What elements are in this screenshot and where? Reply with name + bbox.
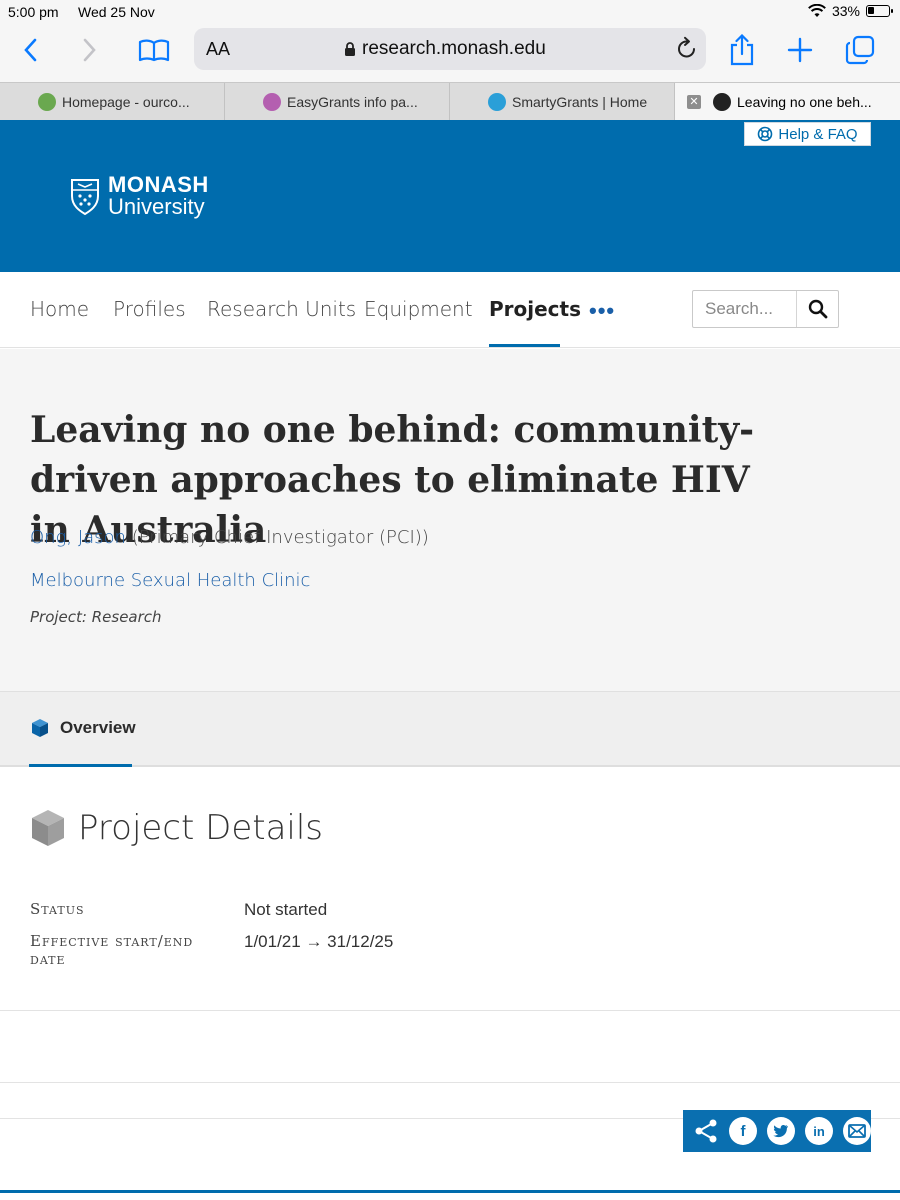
detail-value: 1/01/21 → 31/12/25: [244, 932, 394, 951]
investigator-line: Ong, Jason (Primary Chief Investigator (…: [30, 527, 429, 548]
monash-crest-icon: [71, 179, 99, 216]
project-type: Project: Research: [30, 608, 162, 626]
browser-tab-label: SmartyGrants | Home: [512, 94, 648, 110]
tabs-overview-icon[interactable]: [842, 32, 878, 68]
detail-key: Status: [30, 900, 85, 918]
share-sheet-icon[interactable]: [724, 32, 760, 68]
detail-value: Not started: [244, 900, 328, 919]
share-bar: f in: [683, 1110, 871, 1152]
browser-tab-smartygrants[interactable]: SmartyGrants | Home: [450, 83, 675, 121]
nav-research-units[interactable]: Research Units: [207, 297, 356, 321]
content-tab-bar: Overview: [0, 691, 900, 767]
divider: [0, 1010, 900, 1011]
status-time: 5:00 pm: [8, 4, 59, 20]
ourco-favicon: [38, 93, 56, 111]
nav-active-indicator: [489, 344, 560, 347]
easygrants-favicon: [263, 93, 281, 111]
help-faq-button[interactable]: Help & FAQ: [744, 122, 871, 146]
investigator-link[interactable]: Ong, Jason: [30, 527, 126, 548]
text-size-button[interactable]: AA: [206, 39, 230, 60]
search-icon: [808, 299, 827, 319]
email-icon[interactable]: [843, 1117, 871, 1145]
search-box: [692, 290, 839, 328]
nav-home[interactable]: Home: [30, 297, 89, 321]
nav-projects[interactable]: Projects: [489, 297, 581, 321]
twitter-icon[interactable]: [767, 1117, 795, 1145]
detail-key: Effective start/end date: [30, 932, 194, 968]
browser-toolbar: AA research.monash.edu: [0, 24, 900, 82]
browser-tab-label: Leaving no one beh...: [737, 94, 872, 110]
status-date: Wed 25 Nov: [78, 4, 155, 20]
lock-icon: [345, 42, 355, 56]
battery-percent: 33%: [831, 3, 860, 19]
nav-equipment[interactable]: Equipment: [364, 297, 473, 321]
forward-icon[interactable]: [72, 32, 108, 68]
organisation-link[interactable]: Melbourne Sexual Health Clinic: [30, 570, 310, 591]
section-title: Project Details: [78, 808, 324, 848]
tab-overview-label: Overview: [60, 718, 136, 737]
search-button[interactable]: [796, 291, 838, 327]
monash-crest-favicon: [713, 93, 731, 111]
facebook-icon[interactable]: f: [729, 1117, 757, 1145]
browser-tab-label: Homepage - ourco...: [62, 94, 190, 110]
wifi-icon: [808, 4, 826, 17]
logo-line-1: MONASH: [108, 172, 209, 197]
cube-icon: [32, 810, 64, 846]
lifebuoy-icon: [758, 126, 773, 142]
investigator-role: (Primary Chief Investigator (PCI)): [125, 527, 429, 548]
status-bar: 5:00 pm Wed 25 Nov 33%: [0, 0, 900, 24]
divider: [0, 1082, 900, 1083]
reload-icon[interactable]: [676, 36, 698, 65]
smartygrants-owl-favicon: [488, 93, 506, 111]
url-text: research.monash.edu: [362, 38, 546, 59]
back-icon[interactable]: [12, 32, 48, 68]
address-bar[interactable]: AA research.monash.edu: [194, 28, 706, 70]
project-header: Leaving no one behind: community-driven …: [0, 349, 900, 691]
linkedin-icon[interactable]: in: [805, 1117, 833, 1145]
nav-more-button[interactable]: •••: [589, 298, 615, 324]
search-input[interactable]: [693, 291, 797, 327]
url-field[interactable]: research.monash.edu: [344, 38, 546, 60]
help-faq-label: Help & FAQ: [778, 125, 858, 143]
monash-logo[interactable]: MONASH University: [68, 174, 209, 218]
close-tab-icon[interactable]: ✕: [687, 95, 701, 109]
share-icon[interactable]: [693, 1118, 719, 1144]
browser-tab-easygrants[interactable]: EasyGrants info pa...: [225, 83, 450, 121]
browser-tab-active[interactable]: ✕ Leaving no one beh...: [675, 83, 900, 121]
bookmarks-icon[interactable]: [136, 32, 172, 68]
site-header: Help & FAQ MONASH University: [0, 120, 900, 272]
status-right: 33%: [808, 3, 893, 19]
browser-tab-label: EasyGrants info pa...: [287, 94, 418, 110]
tab-active-indicator: [29, 764, 132, 767]
cube-icon: [32, 719, 48, 737]
new-tab-icon[interactable]: [782, 32, 818, 68]
browser-tab-homepage[interactable]: Homepage - ourco...: [0, 83, 225, 121]
logo-line-2: University: [108, 194, 205, 219]
nav-profiles[interactable]: Profiles: [113, 297, 186, 321]
project-details-heading: Project Details: [30, 808, 323, 848]
main-nav: Home Profiles Research Units Equipment P…: [0, 272, 900, 348]
tab-overview[interactable]: Overview: [30, 718, 136, 738]
footer-accent-line: [0, 1190, 900, 1193]
browser-tab-strip: Homepage - ourco... EasyGrants info pa..…: [0, 82, 900, 121]
battery-icon: [866, 5, 893, 17]
